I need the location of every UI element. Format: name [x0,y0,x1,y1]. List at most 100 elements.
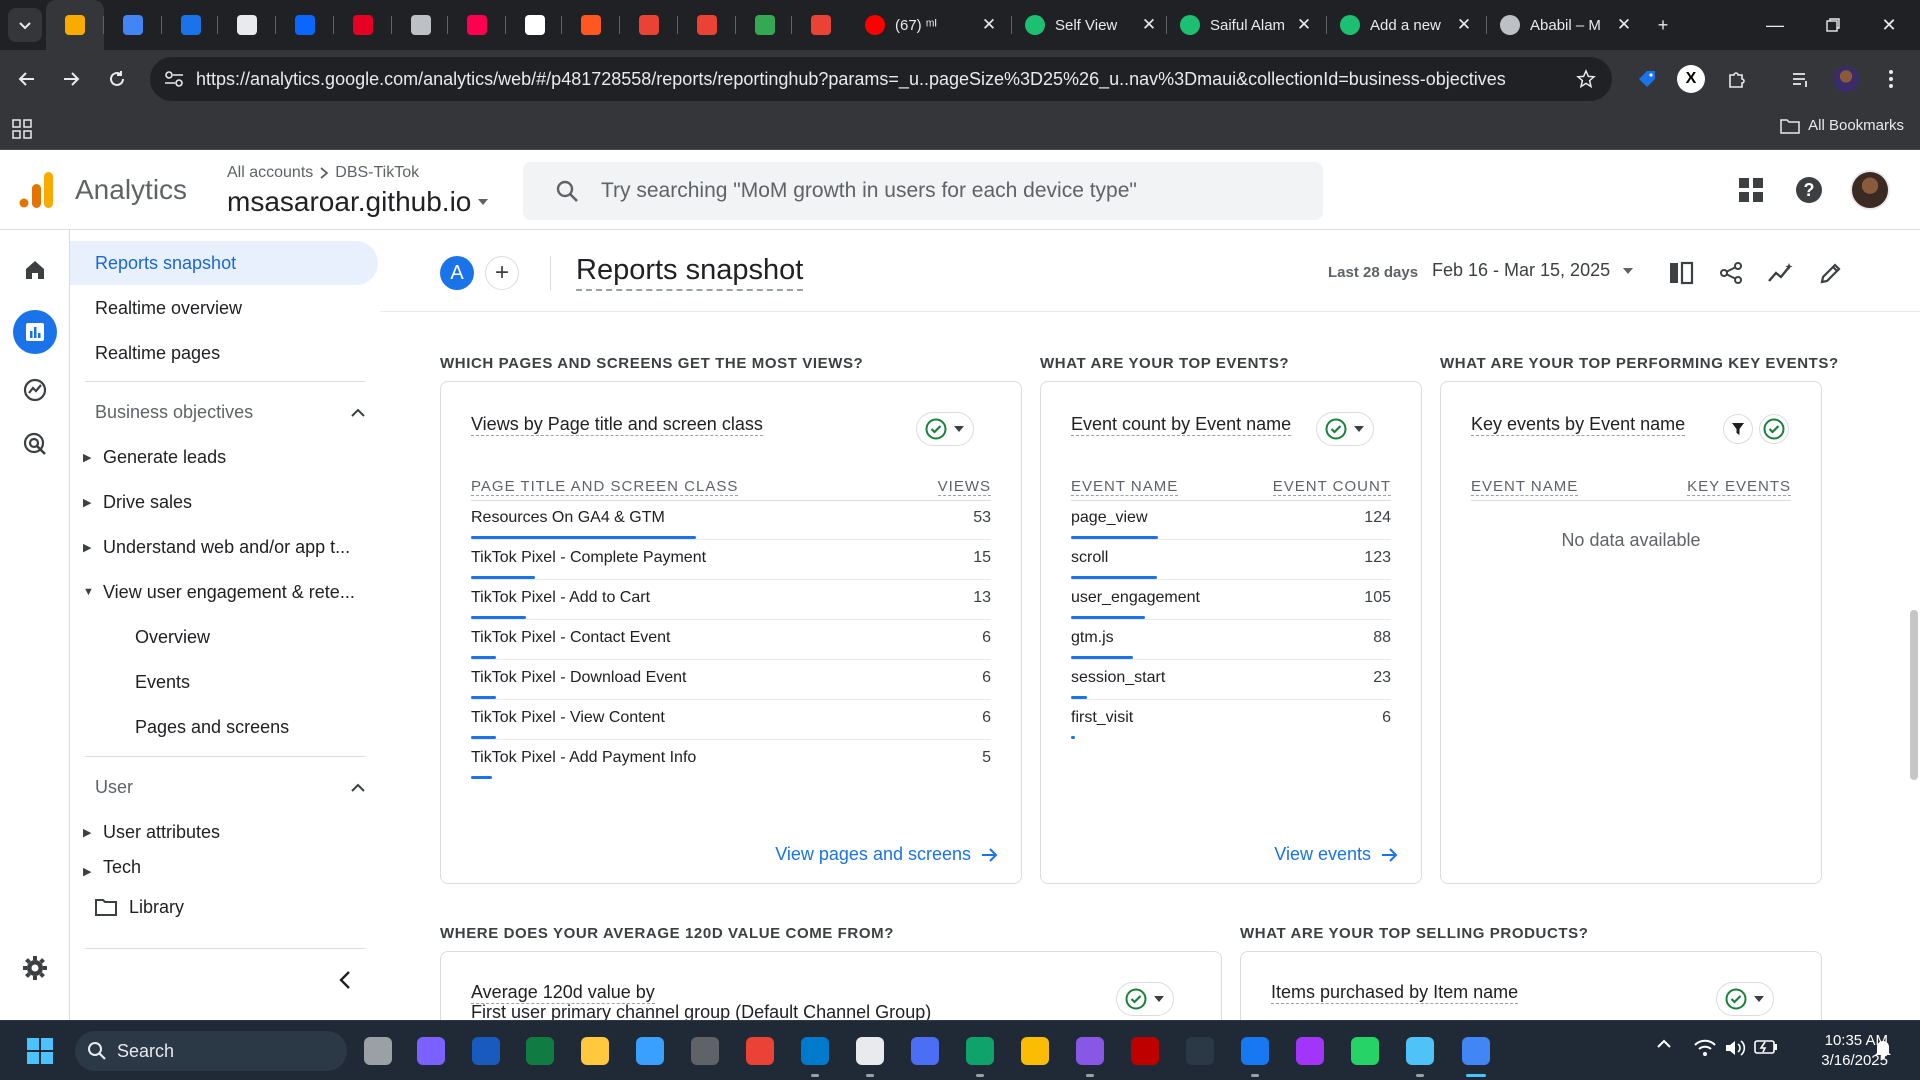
collapse-nav-button[interactable] [338,970,352,990]
date-range-picker[interactable]: Feb 16 - Mar 15, 2025 [1432,260,1634,281]
table-row[interactable]: TikTok Pixel - Download Event 6 [471,660,991,700]
chatgpt-icon[interactable] [852,1033,888,1069]
chrome-icon[interactable] [1017,1033,1053,1069]
close-icon[interactable]: ✕ [1296,15,1312,35]
view-events-link[interactable]: View events [1274,844,1399,865]
insights-icon[interactable] [1766,258,1796,288]
github-icon[interactable] [1072,1033,1108,1069]
app-icon[interactable] [907,1033,943,1069]
box-tab[interactable] [218,0,276,50]
card-subtitle[interactable]: First user primary channel group (Defaul… [471,1002,931,1020]
apps-grid-icon[interactable] [12,119,32,139]
gmail-tab-3[interactable] [792,0,850,50]
calculator-icon[interactable] [687,1033,723,1069]
x-tab[interactable] [506,0,564,50]
meta-tab[interactable] [276,0,334,50]
whatsapp-icon[interactable] [1347,1033,1383,1069]
profile-avatar-icon[interactable] [1831,64,1861,94]
analytics-tab[interactable] [46,0,104,50]
browser-tab[interactable]: Self View ✕ [1015,6,1167,44]
minimize-button[interactable]: — [1760,10,1790,40]
nav-events[interactable]: Events [135,660,190,704]
filezilla-icon[interactable] [1127,1033,1163,1069]
back-button[interactable] [12,64,42,94]
nav-realtime-pages[interactable]: Realtime pages [95,331,220,375]
chrome-active-icon[interactable] [1458,1033,1494,1069]
weather-icon[interactable] [632,1033,668,1069]
nav-generate-leads[interactable]: ▶ Generate leads [83,435,226,479]
filter-button[interactable] [1723,414,1753,444]
table-row[interactable]: TikTok Pixel - Add Payment Info 5 [471,740,991,780]
close-icon[interactable]: ✕ [1456,15,1472,35]
card-status-menu[interactable] [916,412,974,446]
gmail-tab-2[interactable] [678,0,736,50]
table-row[interactable]: user_engagement 105 [1071,580,1391,620]
card-status-menu[interactable] [1716,982,1774,1016]
diamond-tab[interactable] [104,0,162,50]
nav-library[interactable]: Library [95,885,184,929]
address-bar[interactable]: https://analytics.google.com/analytics/w… [150,57,1612,101]
edit-pencil-icon[interactable] [1816,258,1846,288]
browser-tab[interactable]: (67) ᵐᴵ ✕ [855,6,1007,44]
share-icon[interactable] [1716,258,1746,288]
nav-tech[interactable]: ▶ Tech [83,852,141,878]
card-title[interactable]: Event count by Event name [1071,414,1292,436]
extension-tag-icon[interactable] [1632,64,1662,94]
browser-tab[interactable]: Saiful Alam ✕ [1170,6,1322,44]
close-icon[interactable]: ✕ [1141,15,1157,35]
reload-button[interactable] [102,64,132,94]
nav-reports-snapshot[interactable]: Reports snapshot [70,241,378,285]
table-row[interactable]: TikTok Pixel - Complete Payment 15 [471,540,991,580]
vscode-icon[interactable] [797,1033,833,1069]
explore-icon[interactable] [13,368,57,412]
table-row[interactable]: Resources On GA4 & GTM 53 [471,500,991,540]
advertising-icon[interactable] [13,422,57,466]
battery-icon[interactable] [1754,1039,1778,1055]
file-explorer-window-icon[interactable] [360,1033,396,1069]
nav-section-user[interactable]: User [95,765,365,809]
nav-view-engagement[interactable]: ▼ View user engagement & rete... [83,570,355,614]
quotes-app-icon[interactable] [1182,1033,1218,1069]
property-selector[interactable]: msasaroar.github.io [227,186,489,218]
pinterest-tab[interactable] [334,0,392,50]
help-icon[interactable]: ? [1791,172,1827,208]
notification-bell-icon[interactable] [1874,1039,1892,1059]
extensions-puzzle-icon[interactable] [1722,64,1752,94]
card-status-menu[interactable] [1316,412,1374,446]
messenger-icon[interactable] [1292,1033,1328,1069]
edge-icon[interactable] [962,1033,998,1069]
compare-columns-icon[interactable] [1666,258,1696,288]
gmail-tab-1[interactable] [620,0,678,50]
restore-button[interactable] [1818,10,1848,40]
new-tab-button[interactable]: + [1648,10,1678,40]
taskbar-search[interactable]: Search [75,1031,347,1071]
add-comparison-button[interactable]: + [485,256,519,290]
excel-icon[interactable] [522,1033,558,1069]
forward-button[interactable] [56,64,86,94]
close-window-button[interactable]: ✕ [1874,10,1904,40]
search-input[interactable]: Try searching "MoM growth in users for e… [523,162,1323,220]
wifi-icon[interactable] [1694,1039,1716,1057]
page-scrollbar[interactable] [1910,610,1918,780]
facebook-icon[interactable] [1237,1033,1273,1069]
comparison-badge[interactable]: A [440,256,474,290]
tray-chevron-up-icon[interactable] [1656,1039,1672,1049]
close-icon[interactable]: ✕ [981,15,997,35]
tinder-tab[interactable] [562,0,620,50]
volume-icon[interactable] [1724,1039,1746,1057]
nav-pages-and-screens[interactable]: Pages and screens [135,705,289,749]
table-row[interactable]: first_visit 6 [1071,700,1391,740]
card-title[interactable]: Average 120d value by [471,982,655,1004]
analytics-logo-icon[interactable] [18,170,54,210]
drive-tab[interactable] [162,0,220,50]
media-control-icon[interactable] [1786,64,1816,94]
table-row[interactable]: TikTok Pixel - Add to Cart 13 [471,580,991,620]
browser-tab[interactable]: Ababil – M ✕ [1490,6,1642,44]
view-pages-link[interactable]: View pages and screens [775,844,999,865]
card-status-menu[interactable] [1116,982,1174,1016]
nav-understand-traffic[interactable]: ▶ Understand web and/or app t... [83,525,350,569]
card-status-button[interactable] [1759,414,1789,444]
card-title[interactable]: Views by Page title and screen class [471,414,763,436]
card-title[interactable]: Key events by Event name [1471,414,1686,436]
account-breadcrumb[interactable]: All accounts DBS-TikTok [227,164,419,182]
